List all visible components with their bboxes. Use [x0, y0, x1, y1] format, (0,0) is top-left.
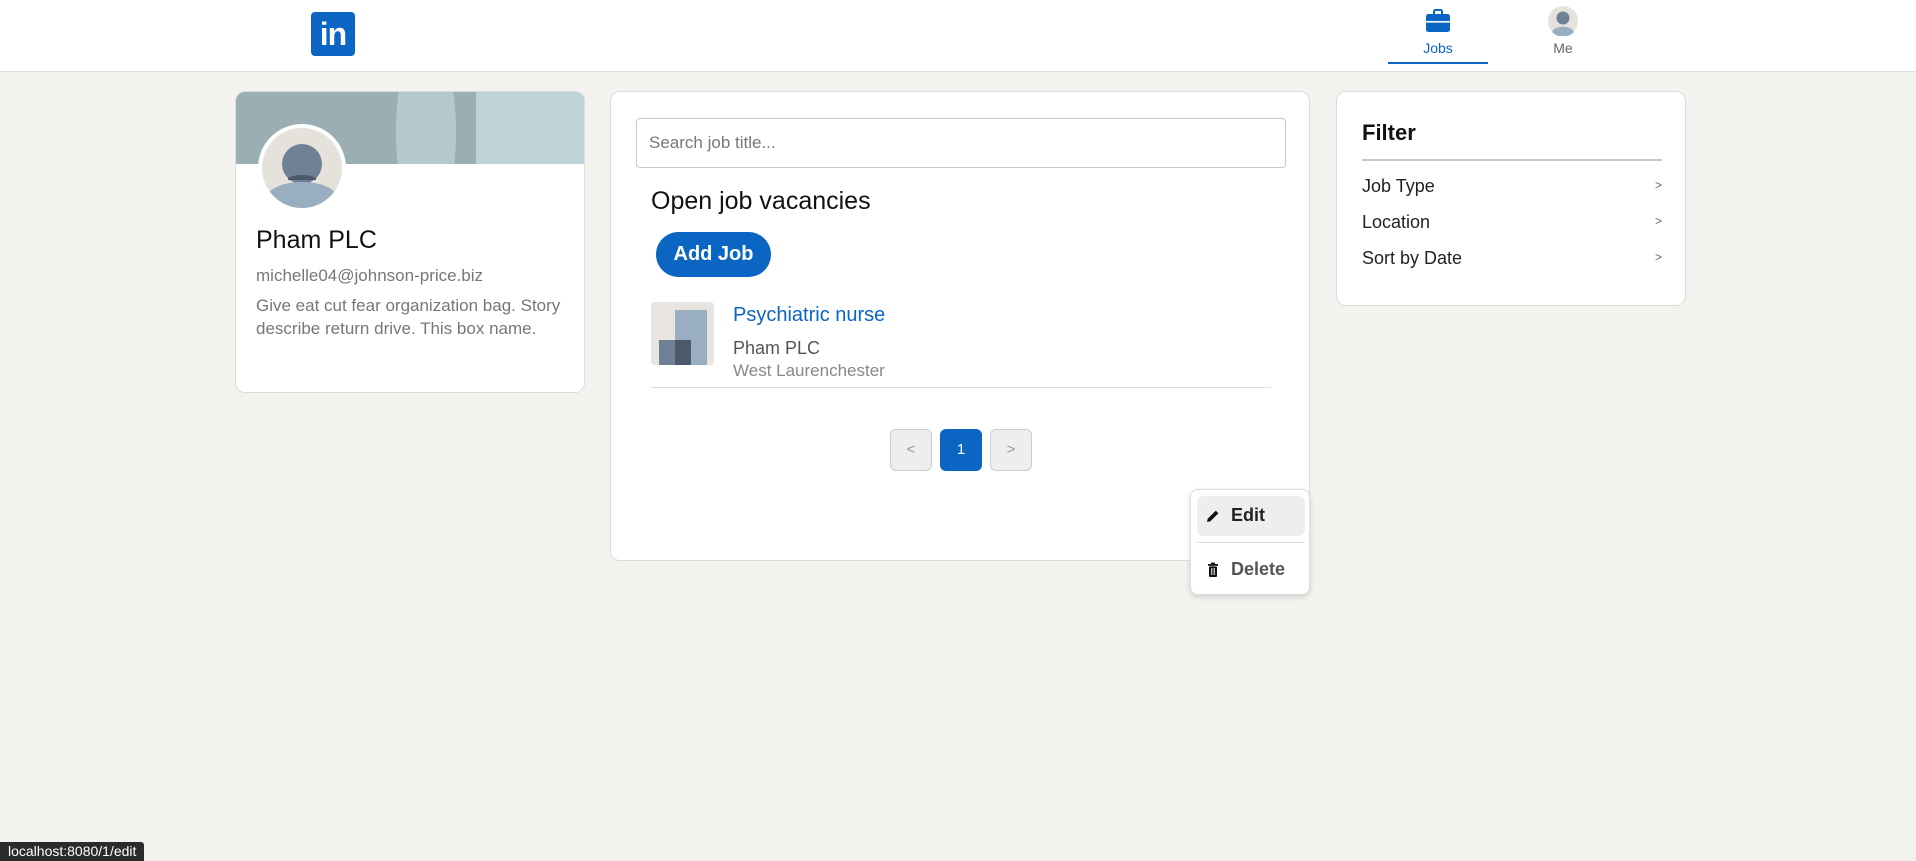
banner-decoration: [396, 92, 456, 164]
chevron-right-icon: >: [1654, 250, 1662, 264]
filter-item-sort-by-date[interactable]: Sort by Date >: [1362, 248, 1662, 276]
chevron-right-icon: >: [1654, 178, 1662, 192]
job-title-link[interactable]: Psychiatric nurse: [733, 304, 885, 327]
job-image-icon: [651, 302, 714, 365]
profile-card: Pham PLC michelle04@johnson-price.biz Gi…: [235, 91, 585, 393]
menu-divider: [1197, 542, 1305, 543]
browser-status-bar: localhost:8080/1/edit: [0, 842, 145, 861]
filter-item-job-type[interactable]: Job Type >: [1362, 176, 1662, 204]
nav-item-me[interactable]: Me: [1513, 0, 1613, 64]
linkedin-logo[interactable]: in: [311, 12, 355, 56]
edit-label: Edit: [1231, 505, 1265, 525]
briefcase-icon: [1426, 9, 1450, 32]
profile-description: Give eat cut fear organization bag. Stor…: [256, 296, 561, 338]
filter-label: Job Type: [1362, 176, 1435, 196]
filter-item-location[interactable]: Location >: [1362, 212, 1662, 240]
filter-card: Filter Job Type > Location > Sort by Dat…: [1336, 91, 1686, 306]
previous-page-button[interactable]: <: [890, 429, 932, 471]
nav-label-jobs: Jobs: [1423, 40, 1453, 56]
section-title: Open job vacancies: [651, 187, 871, 215]
job-thumbnail: [651, 302, 714, 365]
job-location: West Laurenchester: [733, 361, 885, 380]
banner-decoration: [476, 92, 584, 164]
page-1-button[interactable]: 1: [940, 429, 982, 471]
delete-menu-item[interactable]: Delete: [1197, 550, 1305, 590]
edit-menu-item[interactable]: Edit: [1197, 496, 1305, 536]
profile-email: michelle04@johnson-price.biz: [256, 266, 484, 285]
filter-title: Filter: [1362, 120, 1416, 145]
chevron-right-icon: >: [1654, 214, 1662, 228]
delete-label: Delete: [1231, 559, 1286, 579]
next-page-button[interactable]: >: [990, 429, 1032, 471]
job-list-item[interactable]: Psychiatric nurse Pham PLC West Laurench…: [651, 302, 1310, 595]
job-actions-menu: Edit Delete: [1190, 489, 1310, 595]
filter-divider: [1362, 159, 1662, 161]
filter-label: Location: [1362, 212, 1431, 232]
pencil-icon: [1207, 510, 1219, 522]
nav-label-me: Me: [1553, 40, 1573, 56]
avatar-icon: [1548, 6, 1578, 36]
company-avatar: [258, 124, 346, 212]
add-job-button[interactable]: Add Job: [656, 232, 771, 277]
avatar-icon: [262, 128, 342, 208]
trash-icon: [1208, 562, 1218, 577]
job-listings-card: Open job vacancies Add Job Psychiatric n…: [610, 91, 1310, 595]
filter-label: Sort by Date: [1362, 248, 1463, 268]
nav-item-jobs[interactable]: Jobs: [1388, 0, 1488, 64]
top-navigation-bar: in Jobs Me: [0, 0, 1916, 72]
job-company: Pham PLC: [733, 338, 821, 358]
search-input[interactable]: [636, 118, 1286, 168]
profile-name: Pham PLC: [256, 226, 377, 254]
